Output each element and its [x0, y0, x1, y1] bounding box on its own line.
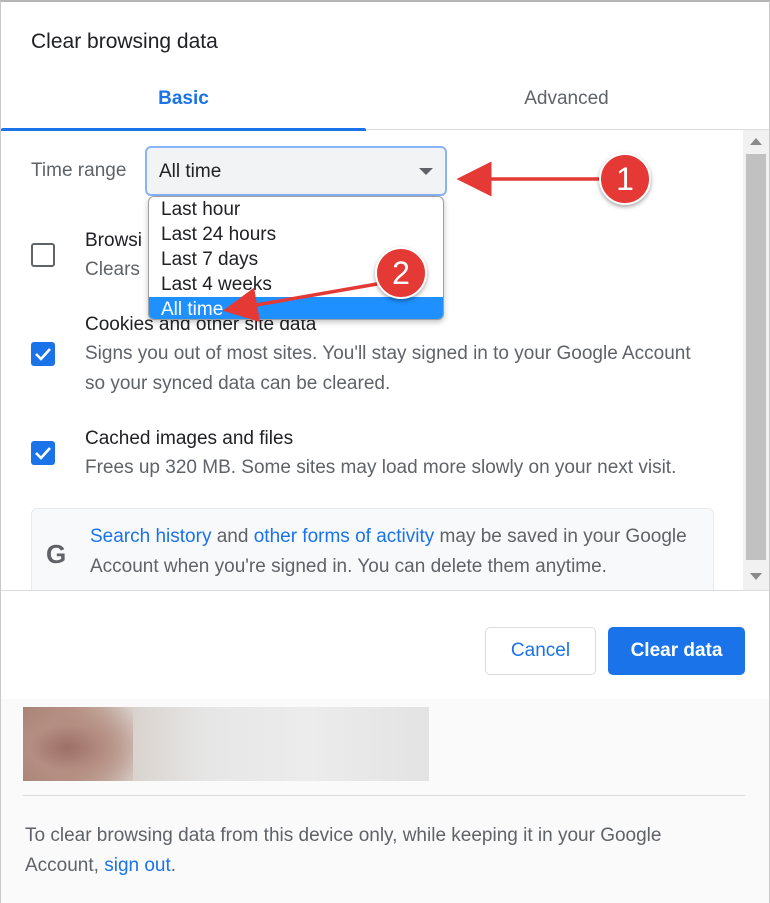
- content-scrollbar[interactable]: [743, 130, 769, 590]
- other-activity-link[interactable]: other forms of activity: [254, 526, 435, 547]
- tab-advanced[interactable]: Advanced: [384, 70, 749, 128]
- time-range-select[interactable]: All time: [145, 146, 447, 196]
- cached-images-title: Cached images and files: [85, 428, 294, 449]
- time-range-label: Time range: [31, 160, 127, 181]
- scroll-thumb[interactable]: [746, 154, 766, 560]
- dialog-title: Clear browsing data: [31, 30, 218, 53]
- option-all-time[interactable]: All time: [149, 297, 443, 319]
- checkmark-icon: [35, 447, 51, 460]
- account-divider: [23, 795, 745, 796]
- tab-basic[interactable]: Basic: [1, 70, 366, 128]
- annotation-badge-2: 2: [375, 247, 427, 299]
- annotation-badge-1: 1: [599, 153, 651, 205]
- scroll-down-arrow-icon[interactable]: [750, 573, 762, 580]
- footer-divider: [1, 590, 769, 591]
- dialog-window: Clear browsing data Basic Advanced Time …: [0, 0, 770, 903]
- avatar: [23, 707, 133, 781]
- dropdown-caret-icon: [419, 168, 433, 175]
- tab-bar: Basic Advanced: [1, 70, 769, 131]
- cached-images-desc: Frees up 320 MB. Some sites may load mor…: [85, 457, 677, 478]
- tab-advanced-label: Advanced: [524, 88, 609, 109]
- search-history-link[interactable]: Search history: [90, 526, 211, 547]
- checkmark-icon: [35, 348, 51, 361]
- cookies-checkbox[interactable]: [31, 342, 55, 366]
- google-activity-info: G Search history and other forms of acti…: [31, 508, 714, 590]
- account-section: To clear browsing data from this device …: [1, 699, 769, 903]
- info-text: Search history and other forms of activi…: [90, 522, 710, 582]
- tab-basic-label: Basic: [158, 88, 209, 109]
- signout-text: To clear browsing data from this device …: [25, 821, 725, 881]
- cookies-desc-line2: so your synced data can be cleared.: [85, 373, 391, 394]
- browsing-history-title: Browsi: [85, 230, 143, 251]
- browsing-history-desc: Clears: [85, 259, 140, 280]
- option-last-24-hours[interactable]: Last 24 hours: [149, 222, 443, 247]
- clear-data-button[interactable]: Clear data: [608, 627, 745, 675]
- sign-out-link[interactable]: sign out: [104, 855, 171, 876]
- scroll-up-arrow-icon[interactable]: [750, 138, 762, 145]
- time-range-value: All time: [159, 161, 222, 182]
- signout-text-end: .: [170, 855, 177, 876]
- cancel-button[interactable]: Cancel: [485, 627, 596, 675]
- info-text-part1: and: [211, 526, 254, 547]
- option-last-hour[interactable]: Last hour: [149, 197, 443, 222]
- cached-images-checkbox[interactable]: [31, 441, 55, 465]
- browsing-history-checkbox[interactable]: [31, 243, 55, 267]
- google-g-icon: G: [46, 539, 67, 569]
- cookies-desc-line1: Signs you out of most sites. You'll stay…: [85, 343, 691, 364]
